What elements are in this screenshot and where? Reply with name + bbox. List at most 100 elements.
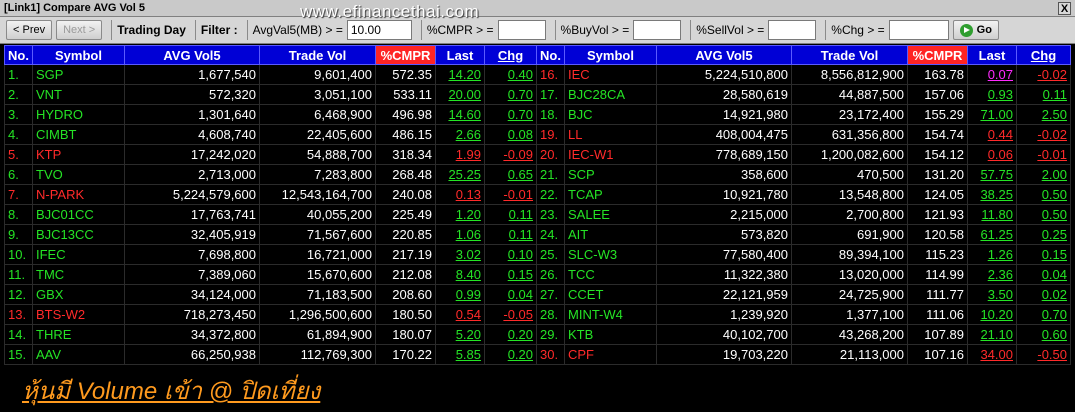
cell-chg[interactable]: -0.09 [484, 144, 537, 165]
table-row[interactable]: 7. N-PARK 5,224,579,600 12,543,164,700 240.0… [4, 184, 1071, 205]
cell-symbol[interactable]: VNT [32, 84, 125, 105]
cell-chg[interactable]: 2.00 [1016, 164, 1071, 185]
cell-symbol[interactable]: CPF [564, 344, 657, 365]
cell-symbol[interactable]: SLC-W3 [564, 244, 657, 265]
table-row[interactable]: 11. TMC 7,389,060 15,670,600 212.08 8.40 0.15 2… [4, 264, 1071, 285]
cell-chg[interactable]: -0.05 [484, 304, 537, 325]
cell-symbol[interactable]: LL [564, 124, 657, 145]
table-row[interactable]: 4. CIMBT 4,608,740 22,405,600 486.15 2.66 0.08… [4, 124, 1071, 145]
cell-chg[interactable]: 0.20 [484, 324, 537, 345]
go-button[interactable]: Go [952, 20, 999, 40]
cell-chg[interactable]: 0.25 [1016, 224, 1071, 245]
header-last[interactable]: Last [967, 45, 1017, 65]
cell-last[interactable]: 57.75 [967, 164, 1017, 185]
cell-chg[interactable]: 0.50 [1016, 204, 1071, 225]
table-row[interactable]: 13. BTS-W2 718,273,450 1,296,500,600 180.50 0… [4, 304, 1071, 325]
cell-last[interactable]: 1.26 [967, 244, 1017, 265]
cell-symbol[interactable]: HYDRO [32, 104, 125, 125]
cell-last[interactable]: 3.02 [435, 244, 485, 265]
cell-last[interactable]: 0.07 [967, 64, 1017, 85]
table-row[interactable]: 3. HYDRO 1,301,640 6,468,900 496.98 14.60 0.70… [4, 104, 1071, 125]
cell-chg[interactable]: 0.40 [484, 64, 537, 85]
table-row[interactable]: 12. GBX 34,124,000 71,183,500 208.60 0.99 0.04… [4, 284, 1071, 305]
cell-symbol[interactable]: BJC13CC [32, 224, 125, 245]
cell-chg[interactable]: 0.60 [1016, 324, 1071, 345]
cell-chg[interactable]: 0.11 [1016, 84, 1071, 105]
table-row[interactable]: 6. TVO 2,713,000 7,283,800 268.48 25.25 0.65 21… [4, 164, 1071, 185]
table-row[interactable]: 8. BJC01CC 17,763,741 40,055,200 225.49 1.20 0… [4, 204, 1071, 225]
cell-chg[interactable]: 0.65 [484, 164, 537, 185]
cell-last[interactable]: 38.25 [967, 184, 1017, 205]
cell-chg[interactable]: 2.50 [1016, 104, 1071, 125]
cell-last[interactable]: 0.99 [435, 284, 485, 305]
cell-last[interactable]: 1.20 [435, 204, 485, 225]
header-avg-vol5[interactable]: AVG Vol5 [656, 45, 792, 65]
table-row[interactable]: 5. KTP 17,242,020 54,888,700 318.34 1.99 -0.09… [4, 144, 1071, 165]
cell-symbol[interactable]: AIT [564, 224, 657, 245]
cell-last[interactable]: 2.36 [967, 264, 1017, 285]
cell-symbol[interactable]: TVO [32, 164, 125, 185]
cell-last[interactable]: 61.25 [967, 224, 1017, 245]
cell-symbol[interactable]: MINT-W4 [564, 304, 657, 325]
cell-last[interactable]: 0.44 [967, 124, 1017, 145]
avgval-filter-input[interactable]: 10.00 [346, 20, 412, 40]
cell-chg[interactable]: 0.50 [1016, 184, 1071, 205]
cell-last[interactable]: 0.93 [967, 84, 1017, 105]
cell-symbol[interactable]: BJC01CC [32, 204, 125, 225]
cell-symbol[interactable]: BJC [564, 104, 657, 125]
cell-last[interactable]: 10.20 [967, 304, 1017, 325]
header-cmpr[interactable]: %CMPR [375, 45, 436, 65]
cell-chg[interactable]: 0.20 [484, 344, 537, 365]
cell-symbol[interactable]: CIMBT [32, 124, 125, 145]
cell-symbol[interactable]: SALEE [564, 204, 657, 225]
header-last[interactable]: Last [435, 45, 485, 65]
cell-chg[interactable]: 0.08 [484, 124, 537, 145]
cell-symbol[interactable]: IEC-W1 [564, 144, 657, 165]
cell-symbol[interactable]: KTP [32, 144, 125, 165]
next-button[interactable]: Next > [56, 20, 103, 40]
cell-symbol[interactable]: SGP [32, 64, 125, 85]
cell-chg[interactable]: 0.02 [1016, 284, 1071, 305]
chg-filter-input[interactable] [888, 20, 949, 40]
cell-last[interactable]: 71.00 [967, 104, 1017, 125]
cell-symbol[interactable]: KTB [564, 324, 657, 345]
cell-chg[interactable]: 0.04 [1016, 264, 1071, 285]
table-row[interactable]: 2. VNT 572,320 3,051,100 533.11 20.00 0.70 17. B… [4, 84, 1071, 105]
cell-chg[interactable]: -0.01 [484, 184, 537, 205]
buyvol-filter-input[interactable] [633, 20, 682, 40]
cell-chg[interactable]: -0.01 [1016, 144, 1071, 165]
cell-last[interactable]: 11.80 [967, 204, 1017, 225]
cell-chg[interactable]: 0.10 [484, 244, 537, 265]
cell-symbol[interactable]: AAV [32, 344, 125, 365]
cmpr-filter-input[interactable] [497, 20, 546, 40]
table-row[interactable]: 14. THRE 34,372,800 61,894,900 180.07 5.20 0.2… [4, 324, 1071, 345]
cell-last[interactable]: 1.99 [435, 144, 485, 165]
header-trade-vol[interactable]: Trade Vol [259, 45, 376, 65]
prev-button[interactable]: < Prev [6, 20, 53, 40]
header-chg[interactable]: Chg [1016, 45, 1071, 65]
cell-last[interactable]: 1.06 [435, 224, 485, 245]
header-trade-vol[interactable]: Trade Vol [791, 45, 908, 65]
cell-chg[interactable]: 0.11 [484, 224, 537, 245]
cell-last[interactable]: 0.13 [435, 184, 485, 205]
cell-last[interactable]: 8.40 [435, 264, 485, 285]
cell-symbol[interactable]: IFEC [32, 244, 125, 265]
header-symbol[interactable]: Symbol [32, 45, 125, 65]
header-symbol[interactable]: Symbol [564, 45, 657, 65]
cell-chg[interactable]: 0.15 [1016, 244, 1071, 265]
cell-symbol[interactable]: SCP [564, 164, 657, 185]
cell-symbol[interactable]: TCAP [564, 184, 657, 205]
cell-last[interactable]: 14.60 [435, 104, 485, 125]
cell-last[interactable]: 0.06 [967, 144, 1017, 165]
header-avg-vol5[interactable]: AVG Vol5 [124, 45, 260, 65]
close-icon[interactable]: X [1058, 1, 1071, 15]
table-row[interactable]: 15. AAV 66,250,938 112,769,300 170.22 5.85 0.2… [4, 344, 1071, 365]
cell-symbol[interactable]: BTS-W2 [32, 304, 125, 325]
cell-chg[interactable]: 0.11 [484, 204, 537, 225]
cell-last[interactable]: 3.50 [967, 284, 1017, 305]
cell-symbol[interactable]: TCC [564, 264, 657, 285]
cell-chg[interactable]: 0.70 [1016, 304, 1071, 325]
header-cmpr[interactable]: %CMPR [907, 45, 968, 65]
table-row[interactable]: 9. BJC13CC 32,405,919 71,567,600 220.85 1.06 0… [4, 224, 1071, 245]
cell-chg[interactable]: 0.70 [484, 84, 537, 105]
